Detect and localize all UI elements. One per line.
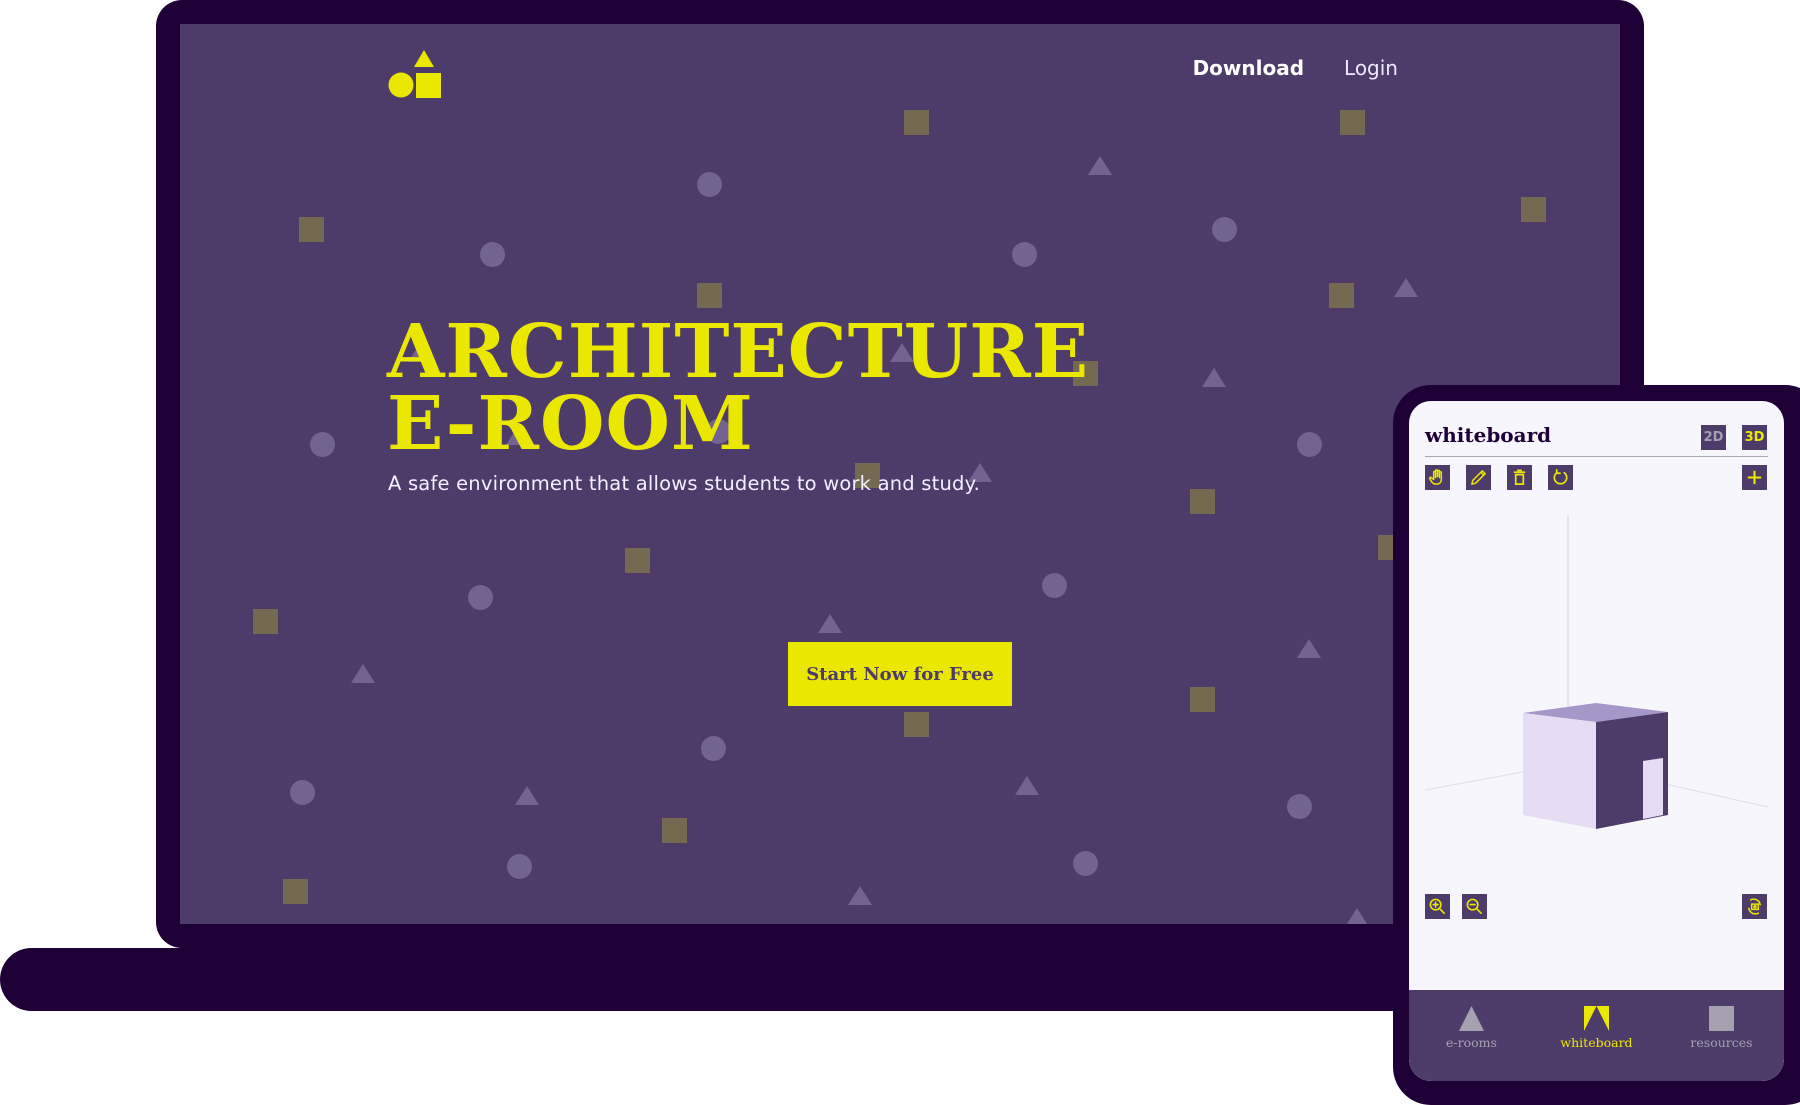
square-icon [1709,1006,1734,1031]
view-2d-toggle[interactable]: 2D [1701,425,1726,450]
decorative-circle [290,780,315,805]
decorative-circle [1012,242,1037,267]
decorative-square [253,609,278,634]
decorative-circle [480,242,505,267]
phone-frame: whiteboard 2D 3D e-rooms whiteboard reso… [1393,385,1800,1105]
draw-tool-button[interactable] [1466,465,1491,490]
decorative-triangle [1202,368,1226,387]
decorative-triangle [1015,776,1039,795]
3d-canvas[interactable] [1409,501,1784,901]
decorative-square [1190,489,1215,514]
login-link[interactable]: Login [1344,56,1398,80]
decorative-triangle [1394,278,1418,297]
decorative-circle [1073,851,1098,876]
hand-icon [1428,469,1443,485]
decorative-triangle [848,886,872,905]
decorative-triangle [1088,156,1112,175]
whiteboard-icon [1584,1006,1609,1031]
decorative-square [662,818,687,843]
decorative-triangle [351,664,375,683]
decorative-square [299,217,324,242]
zoom-out-button[interactable] [1462,894,1487,919]
trash-icon [1513,469,1526,486]
decorative-square [1190,687,1215,712]
top-nav: Download Login [1193,56,1398,80]
decorative-circle [701,736,726,761]
logo-circle-icon [388,72,414,98]
rotate-camera-button[interactable] [1742,894,1767,919]
hero-title-line2: E-ROOM [387,381,754,467]
decorative-circle [310,432,335,457]
cube-door [1643,758,1663,819]
hero-title: ARCHITECTURE E-ROOM [387,315,1089,461]
decorative-square [1340,110,1365,135]
logo-square-icon [416,73,441,98]
decorative-circle [1042,573,1067,598]
decorative-square [625,548,650,573]
decorative-square [904,110,929,135]
add-button[interactable] [1742,465,1767,490]
download-link[interactable]: Download [1193,56,1304,80]
decorative-triangle [1345,908,1369,924]
view-3d-toggle[interactable]: 3D [1742,425,1767,450]
decorative-triangle [818,614,842,633]
rotate-camera-icon [1748,898,1761,915]
bottom-nav-label: resources [1690,1035,1753,1050]
laptop-base [0,948,1460,1011]
logo[interactable] [388,48,448,104]
decorative-circle [507,854,532,879]
decorative-square [904,712,929,737]
whiteboard-title: whiteboard [1425,423,1552,447]
bottom-nav-resources[interactable]: resources [1667,1006,1777,1050]
decorative-triangle [1297,639,1321,658]
decorative-square [697,283,722,308]
decorative-circle [468,585,493,610]
bottom-nav: e-rooms whiteboard resources [1409,990,1784,1081]
refresh-icon [1553,469,1568,485]
bottom-nav-e-rooms[interactable]: e-rooms [1417,1006,1527,1050]
plus-icon [1747,470,1762,485]
zoom-in-button[interactable] [1425,894,1450,919]
decorative-circle [1297,432,1322,457]
bottom-nav-label: e-rooms [1446,1035,1497,1050]
delete-tool-button[interactable] [1507,465,1532,490]
cube-left-face [1523,713,1596,829]
decorative-square [283,879,308,904]
axis-left [1424,771,1524,791]
decorative-square [1329,283,1354,308]
start-now-button[interactable]: Start Now for Free [788,642,1012,706]
bottom-nav-whiteboard[interactable]: whiteboard [1542,1006,1652,1050]
triangle-icon [1459,1006,1484,1031]
bottom-nav-label: whiteboard [1560,1035,1633,1050]
decorative-circle [697,172,722,197]
reset-tool-button[interactable] [1548,465,1573,490]
pan-tool-button[interactable] [1425,465,1450,490]
decorative-square [1521,197,1546,222]
axis-right [1664,783,1769,808]
whiteboard-app-screen: whiteboard 2D 3D e-rooms whiteboard reso… [1409,401,1784,1081]
decorative-triangle [515,786,539,805]
pencil-icon [1471,470,1486,485]
logo-triangle-icon [414,50,434,67]
decorative-circle [1287,794,1312,819]
zoom-in-icon [1429,898,1445,914]
decorative-circle [1212,217,1237,242]
hero-subtitle: A safe environment that allows students … [388,472,980,495]
zoom-out-icon [1466,898,1482,914]
header-divider [1425,456,1768,457]
